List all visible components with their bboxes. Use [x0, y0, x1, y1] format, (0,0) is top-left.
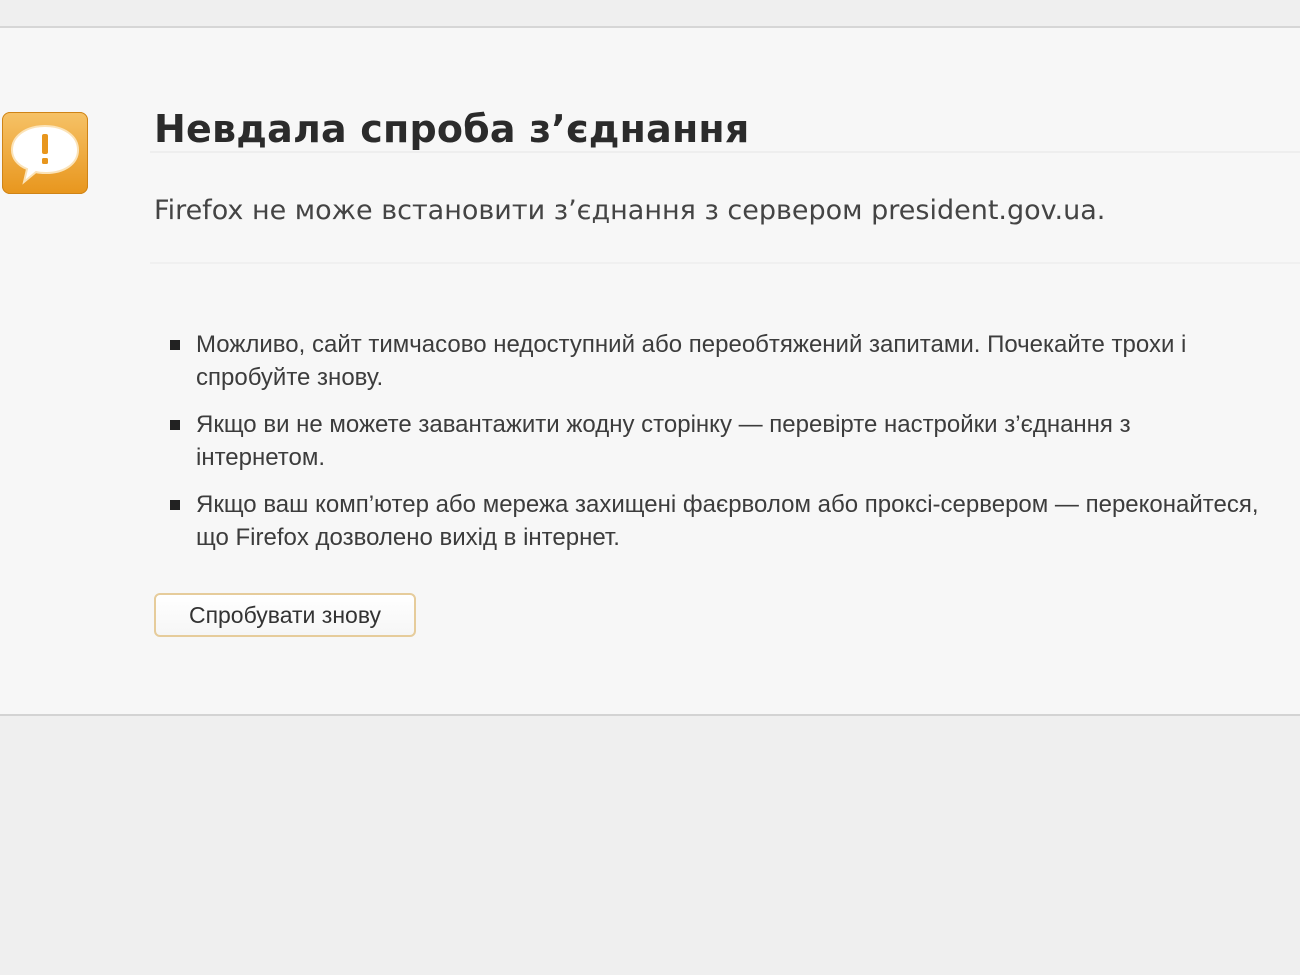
error-description: Firefox не може встановити з’єднання з с…: [154, 195, 1106, 226]
error-title: Невдала спроба з’єднання: [154, 107, 750, 151]
reason-item: Якщо ви не можете завантажити жодну стор…: [166, 408, 1266, 474]
reason-list: Можливо, сайт тимчасово недоступний або …: [166, 328, 1266, 568]
error-page-container: Невдала спроба з’єднання Firefox не може…: [0, 28, 1300, 716]
browser-toolbar-edge: [0, 0, 1300, 28]
bullet-marker: [170, 420, 180, 430]
description-divider: [150, 262, 1300, 264]
reason-item: Якщо ваш комп’ютер або мережа захищені ф…: [166, 488, 1266, 554]
title-divider: [150, 151, 1300, 153]
bullet-marker: [170, 340, 180, 350]
bullet-marker: [170, 500, 180, 510]
reason-item: Можливо, сайт тимчасово недоступний або …: [166, 328, 1266, 394]
reason-text: Якщо ви не можете завантажити жодну стор…: [196, 411, 1131, 471]
speech-bubble-alert-icon: [2, 112, 88, 194]
reason-text: Можливо, сайт тимчасово недоступний або …: [196, 331, 1187, 391]
reason-text: Якщо ваш комп’ютер або мережа захищені ф…: [196, 491, 1259, 551]
retry-button[interactable]: Спробувати знову: [154, 593, 416, 637]
